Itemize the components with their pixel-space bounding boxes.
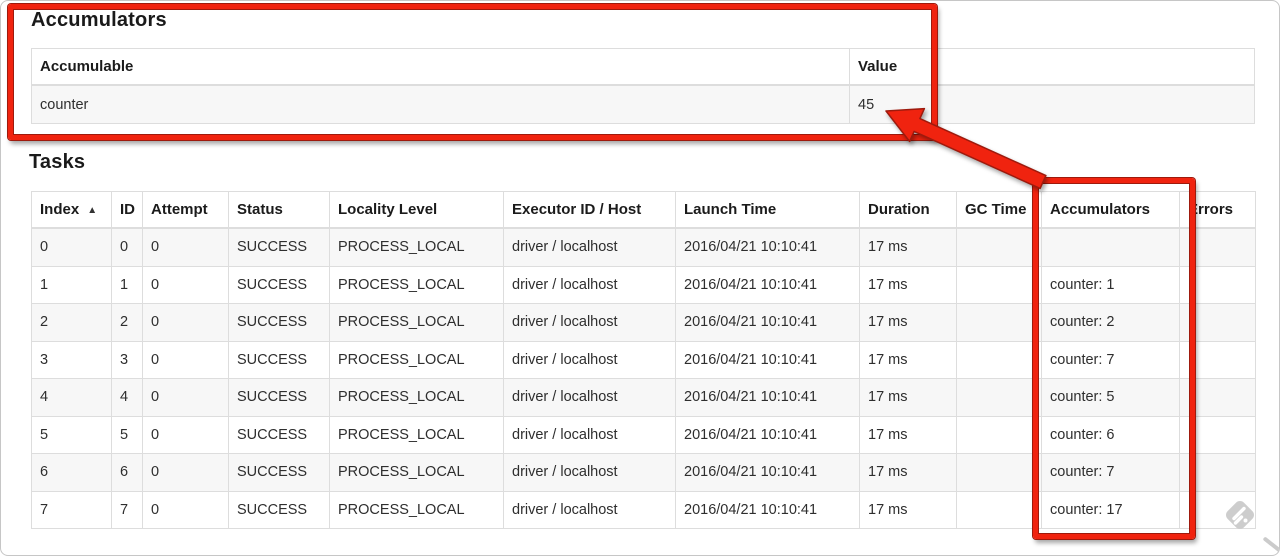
col-header-label: Index (40, 201, 80, 218)
col-header-duration[interactable]: Duration (859, 191, 957, 229)
col-header-label: GC Time (965, 201, 1027, 218)
cell-executor-id-host: driver / localhost (503, 340, 676, 379)
cell-index: 2 (31, 303, 112, 342)
cell-launch-time: 2016/04/21 10:10:41 (675, 415, 860, 454)
cell-duration: 17 ms (859, 415, 957, 454)
cell-attempt: 0 (142, 453, 229, 492)
annotation-box-accumulators-section (8, 4, 937, 140)
cell-locality-level: PROCESS_LOCAL (329, 265, 504, 304)
cell-executor-id-host: driver / localhost (503, 227, 676, 267)
cell-locality-level: PROCESS_LOCAL (329, 227, 504, 267)
col-header-label: Duration (868, 201, 930, 218)
cell-index: 6 (31, 453, 112, 492)
cell-duration: 17 ms (859, 227, 957, 267)
cell-launch-time: 2016/04/21 10:10:41 (675, 340, 860, 379)
cell-gc-time (956, 227, 1042, 267)
col-header-gc-time[interactable]: GC Time (956, 191, 1042, 229)
cell-gc-time (956, 490, 1042, 529)
col-header-status[interactable]: Status (228, 191, 330, 229)
cell-id: 4 (111, 378, 143, 417)
cell-duration: 17 ms (859, 303, 957, 342)
cell-gc-time (956, 415, 1042, 454)
cell-executor-id-host: driver / localhost (503, 378, 676, 417)
cell-gc-time (956, 303, 1042, 342)
col-header-label: Status (237, 201, 283, 218)
cell-executor-id-host: driver / localhost (503, 265, 676, 304)
cell-status: SUCCESS (228, 227, 330, 267)
cell-status: SUCCESS (228, 490, 330, 529)
col-header-label: Attempt (151, 201, 208, 218)
cell-status: SUCCESS (228, 340, 330, 379)
cell-index: 5 (31, 415, 112, 454)
cell-duration: 17 ms (859, 265, 957, 304)
cell-status: SUCCESS (228, 303, 330, 342)
cell-gc-time (956, 453, 1042, 492)
cell-launch-time: 2016/04/21 10:10:41 (675, 378, 860, 417)
cell-locality-level: PROCESS_LOCAL (329, 340, 504, 379)
cell-attempt: 0 (142, 265, 229, 304)
cell-attempt: 0 (142, 303, 229, 342)
cell-duration: 17 ms (859, 453, 957, 492)
cell-status: SUCCESS (228, 453, 330, 492)
cell-duration: 17 ms (859, 490, 957, 529)
sort-ascending-icon: ▲ (87, 205, 98, 216)
cell-id: 7 (111, 490, 143, 529)
cell-index: 4 (31, 378, 112, 417)
cell-id: 5 (111, 415, 143, 454)
cell-duration: 17 ms (859, 340, 957, 379)
cell-status: SUCCESS (228, 415, 330, 454)
col-header-label: ID (120, 201, 135, 218)
cell-launch-time: 2016/04/21 10:10:41 (675, 227, 860, 267)
cell-attempt: 0 (142, 490, 229, 529)
cell-index: 3 (31, 340, 112, 379)
col-header-index[interactable]: Index ▲ (31, 191, 112, 229)
cell-locality-level: PROCESS_LOCAL (329, 453, 504, 492)
annotation-box-accumulators-column (1033, 178, 1195, 539)
cell-locality-level: PROCESS_LOCAL (329, 303, 504, 342)
col-header-attempt[interactable]: Attempt (142, 191, 229, 229)
skitch-watermark-icon (1226, 501, 1254, 529)
col-header-label: Launch Time (684, 201, 777, 218)
spark-stage-page: Accumulators Accumulable Value counter 45 … (0, 0, 1280, 556)
col-header-label: Executor ID / Host (512, 201, 642, 218)
cell-locality-level: PROCESS_LOCAL (329, 378, 504, 417)
col-header-launch-time[interactable]: Launch Time (675, 191, 860, 229)
watermark-corner-stroke (1262, 536, 1279, 555)
cell-id: 3 (111, 340, 143, 379)
cell-index: 0 (31, 227, 112, 267)
cell-attempt: 0 (142, 340, 229, 379)
cell-status: SUCCESS (228, 378, 330, 417)
cell-attempt: 0 (142, 415, 229, 454)
cell-duration: 17 ms (859, 378, 957, 417)
cell-gc-time (956, 340, 1042, 379)
tasks-section-title: Tasks (29, 151, 86, 173)
cell-gc-time (956, 265, 1042, 304)
cell-launch-time: 2016/04/21 10:10:41 (675, 265, 860, 304)
cell-executor-id-host: driver / localhost (503, 303, 676, 342)
cell-executor-id-host: driver / localhost (503, 453, 676, 492)
cell-status: SUCCESS (228, 265, 330, 304)
cell-executor-id-host: driver / localhost (503, 415, 676, 454)
cell-launch-time: 2016/04/21 10:10:41 (675, 490, 860, 529)
cell-locality-level: PROCESS_LOCAL (329, 415, 504, 454)
col-header-id[interactable]: ID (111, 191, 143, 229)
cell-launch-time: 2016/04/21 10:10:41 (675, 453, 860, 492)
cell-index: 1 (31, 265, 112, 304)
cell-locality-level: PROCESS_LOCAL (329, 490, 504, 529)
cell-attempt: 0 (142, 227, 229, 267)
cell-id: 2 (111, 303, 143, 342)
cell-launch-time: 2016/04/21 10:10:41 (675, 303, 860, 342)
cell-executor-id-host: driver / localhost (503, 490, 676, 529)
col-header-locality-level[interactable]: Locality Level (329, 191, 504, 229)
col-header-label: Locality Level (338, 201, 438, 218)
col-header-executor-id-host[interactable]: Executor ID / Host (503, 191, 676, 229)
cell-index: 7 (31, 490, 112, 529)
cell-gc-time (956, 378, 1042, 417)
cell-attempt: 0 (142, 378, 229, 417)
cell-id: 0 (111, 227, 143, 267)
cell-id: 1 (111, 265, 143, 304)
cell-id: 6 (111, 453, 143, 492)
